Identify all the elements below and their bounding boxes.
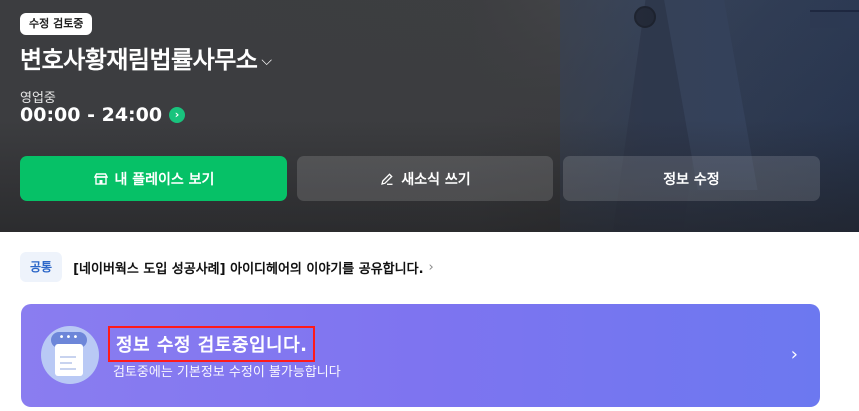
- chevron-right-icon: ›: [790, 344, 798, 365]
- business-name: 변호사황재림법률사무소: [20, 46, 258, 74]
- edit-info-button[interactable]: 정보 수정: [563, 156, 820, 201]
- banner-subtitle: 검토중에는 기본정보 수정이 불가능합니다: [113, 365, 341, 380]
- hours-text: 00:00 - 24:00: [20, 104, 163, 126]
- hero-header: 수정 검토중 변호사황재림법률사무소 ⌵ 영업중 00:00 - 24:00 ›…: [0, 0, 859, 232]
- banner-title: 정보 수정 검토중입니다.: [108, 326, 316, 362]
- chevron-right-icon[interactable]: ›: [169, 107, 186, 123]
- my-place-button[interactable]: 내 플레이스 보기: [20, 156, 287, 201]
- notice-item[interactable]: 공통 [네이버웍스 도입 성공사례] 아이디헤어의 이야기를 공유합니다. ›: [20, 252, 434, 282]
- review-banner[interactable]: ••• 정보 수정 검토중입니다. 검토중에는 기본정보 수정이 불가능합니다 …: [21, 304, 820, 407]
- chevron-down-icon: ⌵: [261, 52, 273, 69]
- edit-info-label: 정보 수정: [663, 171, 720, 188]
- my-place-label: 내 플레이스 보기: [114, 171, 215, 188]
- store-icon: [93, 171, 109, 187]
- write-news-button[interactable]: 새소식 쓰기: [297, 156, 553, 201]
- business-hours[interactable]: 00:00 - 24:00 ›: [20, 104, 186, 126]
- write-news-label: 새소식 쓰기: [401, 171, 471, 188]
- chevron-right-icon: ›: [428, 259, 434, 275]
- business-selector[interactable]: 변호사황재림법률사무소 ⌵: [20, 40, 272, 75]
- notice-text: [네이버웍스 도입 성공사례] 아이디헤어의 이야기를 공유합니다.: [73, 261, 424, 277]
- review-status-badge: 수정 검토중: [20, 13, 93, 35]
- notice-category-tag: 공통: [20, 252, 63, 282]
- pencil-icon: [379, 171, 395, 187]
- document-review-icon: •••: [41, 326, 99, 384]
